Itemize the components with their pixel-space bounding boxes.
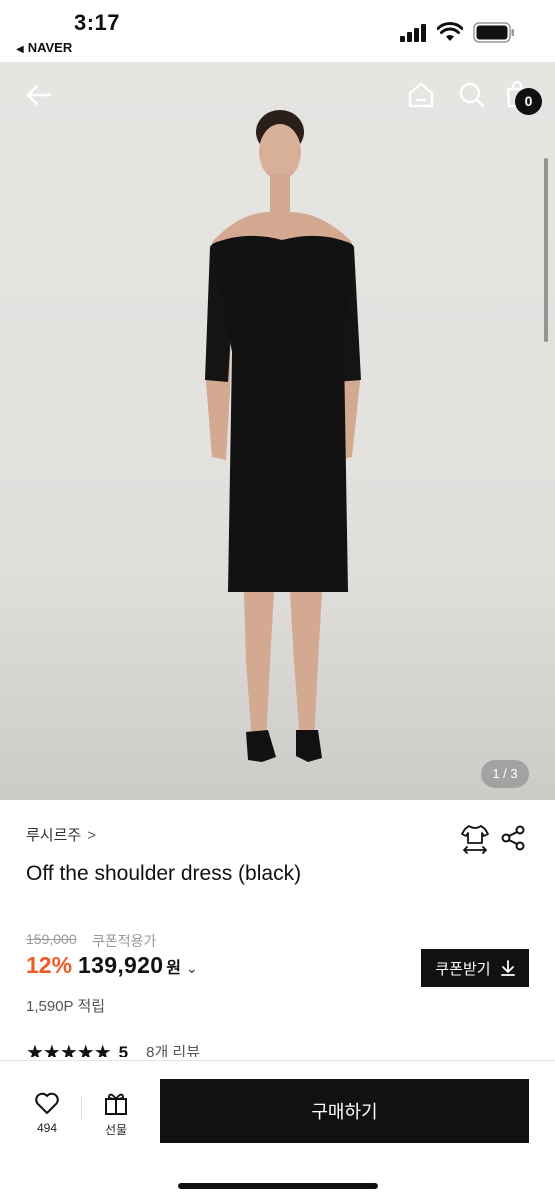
review-count: 8개 리뷰 <box>146 1044 201 1057</box>
rating-stars: ★★★★★ <box>26 1043 112 1057</box>
gift-button[interactable]: 선물 <box>96 1091 136 1138</box>
currency-label: 원 <box>166 960 182 977</box>
status-bar: 3:17 ◀ NAVER <box>0 0 555 62</box>
image-counter: 1 / 3 <box>481 760 529 788</box>
page-scrollbar[interactable] <box>544 158 548 342</box>
battery-icon <box>473 22 514 43</box>
brand-name: 루시르주 <box>26 827 82 844</box>
bottom-action-bar: 494 선물 구매하기 <box>0 1060 555 1200</box>
model-figure <box>205 110 361 762</box>
heart-icon <box>35 1092 59 1114</box>
chevron-down-icon: ⌄ <box>186 960 198 976</box>
like-count: 494 <box>36 1121 58 1135</box>
cart-count-badge: 0 <box>515 88 542 115</box>
search-icon[interactable] <box>455 78 489 112</box>
coupon-price-note: 쿠폰적용가 <box>92 933 157 949</box>
divider <box>81 1097 82 1121</box>
download-icon <box>500 960 515 976</box>
reward-points: 1,590P 적립 <box>26 998 106 1015</box>
back-to-app-link[interactable]: ◀ NAVER <box>16 40 72 55</box>
wifi-icon <box>437 22 463 41</box>
home-icon[interactable] <box>404 78 438 112</box>
chevron-right-icon: > <box>87 827 96 844</box>
share-icon[interactable] <box>500 824 526 852</box>
original-price: 159,000 <box>26 931 77 947</box>
brand-link[interactable]: 루시르주 > <box>26 824 96 845</box>
back-triangle-icon: ◀ <box>16 44 24 55</box>
buy-button[interactable]: 구매하기 <box>160 1079 529 1143</box>
get-coupon-button[interactable]: 쿠폰받기 <box>421 949 529 987</box>
like-button[interactable]: 494 <box>26 1091 68 1135</box>
coupon-button-label: 쿠폰받기 <box>435 960 491 978</box>
price-row[interactable]: 12% 139,920 원 ⌄ <box>26 952 198 986</box>
product-title: Off the shoulder dress (black) <box>26 862 302 885</box>
back-arrow-icon[interactable] <box>22 78 56 112</box>
gift-icon <box>105 1093 127 1115</box>
size-guide-icon[interactable] <box>460 822 490 854</box>
cellular-signal-icon <box>400 24 426 42</box>
back-app-label: NAVER <box>27 40 73 55</box>
gift-label: 선물 <box>104 1123 128 1137</box>
status-time: 3:17 <box>74 10 121 35</box>
review-summary[interactable]: ★★★★★ 5 8개 리뷰 <box>26 1043 200 1057</box>
buy-button-label: 구매하기 <box>311 1102 378 1122</box>
discount-rate: 12% <box>26 952 73 978</box>
home-indicator <box>178 1183 378 1189</box>
product-image[interactable] <box>0 62 555 800</box>
sale-price: 139,920 <box>78 952 164 978</box>
rating-value: 5 <box>118 1043 129 1057</box>
